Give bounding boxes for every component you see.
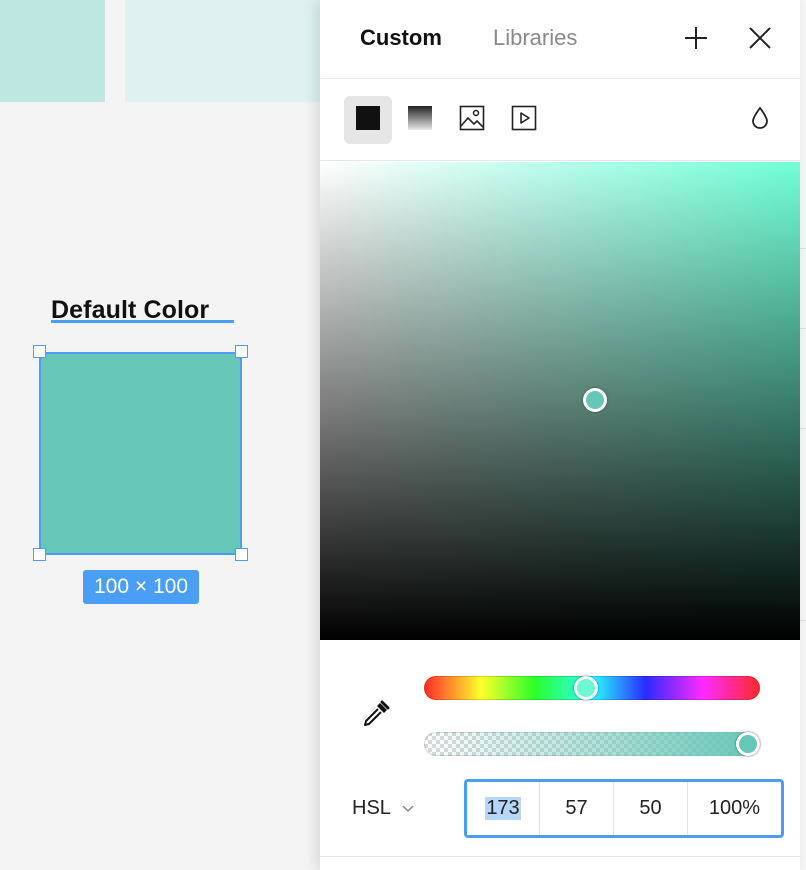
chevron-down-icon bbox=[401, 801, 415, 815]
dimensions-badge: 100 × 100 bbox=[83, 570, 199, 604]
panel-header: Custom Libraries bbox=[320, 0, 800, 79]
color-picker-panel: Custom Libraries HSL 173 57 50 100% bbox=[320, 0, 800, 870]
eyedropper-button[interactable] bbox=[360, 698, 392, 730]
opacity-slider-thumb[interactable] bbox=[736, 732, 760, 756]
color-picker-thumb[interactable] bbox=[583, 388, 607, 412]
canvas-edge-strip bbox=[800, 0, 806, 870]
saturation-input[interactable]: 57 bbox=[540, 782, 614, 835]
image-fill-button[interactable] bbox=[448, 96, 496, 144]
drop-icon bbox=[750, 106, 770, 135]
opacity-gradient bbox=[424, 732, 760, 756]
lightness-input[interactable]: 50 bbox=[614, 782, 688, 835]
resize-handle-top-left[interactable] bbox=[33, 345, 46, 358]
color-mode-select[interactable]: HSL bbox=[352, 796, 415, 820]
opacity-slider[interactable] bbox=[424, 732, 760, 756]
resize-handle-bottom-left[interactable] bbox=[33, 548, 46, 561]
resize-handle-top-right[interactable] bbox=[235, 345, 248, 358]
visibility-button[interactable] bbox=[736, 96, 784, 144]
video-fill-icon bbox=[511, 105, 537, 136]
image-fill-icon bbox=[459, 105, 485, 136]
solid-fill-button[interactable] bbox=[344, 96, 392, 144]
color-value-inputs: 173 57 50 100% bbox=[464, 779, 784, 838]
plus-icon[interactable] bbox=[682, 24, 710, 52]
hue-input[interactable]: 173 bbox=[467, 782, 540, 835]
background-frame[interactable] bbox=[0, 0, 105, 102]
gradient-fill-icon bbox=[408, 105, 432, 135]
divider bbox=[320, 856, 800, 857]
color-mode-label: HSL bbox=[352, 796, 391, 819]
selected-rectangle[interactable] bbox=[39, 352, 242, 555]
tab-libraries[interactable]: Libraries bbox=[493, 25, 577, 51]
close-icon[interactable] bbox=[746, 24, 774, 52]
tab-custom[interactable]: Custom bbox=[360, 25, 442, 51]
gradient-fill-button[interactable] bbox=[396, 96, 444, 144]
opacity-input[interactable]: 100% bbox=[688, 782, 781, 835]
hue-slider-thumb[interactable] bbox=[574, 676, 598, 700]
resize-handle-bottom-right[interactable] bbox=[235, 548, 248, 561]
fill-type-row bbox=[320, 80, 800, 161]
frame-title-underline bbox=[51, 320, 234, 323]
eyedropper-icon bbox=[360, 700, 392, 734]
hue-value: 173 bbox=[485, 797, 521, 820]
video-fill-button[interactable] bbox=[500, 96, 548, 144]
solid-fill-icon bbox=[356, 105, 380, 135]
saturation-lightness-area[interactable] bbox=[320, 162, 800, 640]
